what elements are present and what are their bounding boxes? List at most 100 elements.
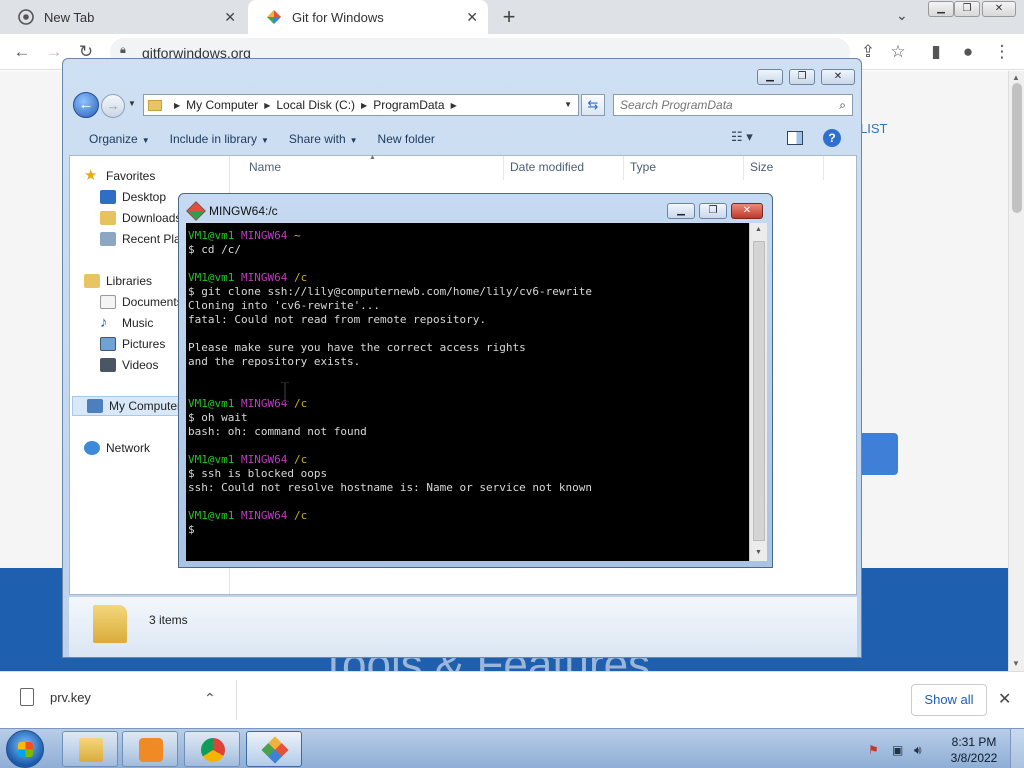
tab-search-chevron-icon[interactable]: ⌄ [896,7,908,24]
new-tab-button[interactable]: + [498,4,520,30]
tab-new-tab[interactable]: New Tab ✕ [0,0,246,34]
action-center-flag-icon[interactable]: ⚑ [868,743,879,757]
terminal-line: $ cd /c/ [188,243,241,256]
chevron-right-icon[interactable]: ▶ [451,101,457,110]
terminal-title: MINGW64:/c [209,204,278,218]
prompt-host: MINGW64 [240,453,288,466]
git-diamond-icon [267,10,281,24]
show-all-button[interactable]: Show all [911,684,987,716]
bookmark-star-icon[interactable]: ☆ [888,42,908,62]
explorer-close-button[interactable]: ✕ [821,69,855,85]
terminal-line: Cloning into 'cv6-rewrite'... [188,299,381,312]
chevron-right-icon[interactable]: ▶ [361,101,367,110]
terminal-line: $ oh wait [188,411,248,424]
folder-icon [93,605,127,643]
chevron-right-icon[interactable]: ▶ [174,101,180,110]
chevron-up-icon[interactable]: ⌃ [204,690,216,707]
search-input[interactable] [614,95,814,115]
scrollbar-thumb[interactable] [753,241,765,541]
breadcrumb-programdata[interactable]: ProgramData [373,98,444,112]
git-bash-icon [186,201,206,221]
chevron-right-icon[interactable]: ▶ [264,101,270,110]
taskbar-explorer-button[interactable] [62,731,118,767]
address-breadcrumb[interactable]: ▶ My Computer ▶ Local Disk (C:) ▶ Progra… [143,94,579,116]
divider [623,156,624,180]
web-list-link[interactable]: LIST [860,121,887,136]
explorer-minimize-button[interactable]: ▁ [757,69,783,85]
refresh-button[interactable]: ⇆ [581,94,605,116]
sort-indicator-icon: ▲ [369,154,376,161]
desktop-icon [100,190,116,204]
terminal-minimize-button[interactable]: ▁ [667,203,695,219]
scroll-down-icon[interactable]: ▼ [755,549,762,556]
browser-tab-strip: New Tab ✕ Git for Windows ✕ + ⌄ ▁ ❐ ✕ [0,0,1024,34]
show-desktop-button[interactable] [1010,729,1024,768]
address-dropdown-icon[interactable]: ▼ [564,100,572,109]
scroll-down-icon[interactable]: ▼ [1012,659,1020,668]
recent-pages-chevron-icon[interactable]: ▼ [128,99,136,108]
forward-arrow-icon[interactable]: → [44,42,64,62]
page-scrollbar[interactable]: ▲ ▼ [1008,71,1024,671]
scroll-up-icon[interactable]: ▲ [1012,73,1020,82]
media-player-icon [139,738,163,762]
nav-favorites[interactable]: ★ Favorites [84,166,242,186]
close-icon[interactable]: ✕ [998,689,1011,709]
more-menu-icon[interactable]: ⋮ [992,42,1012,62]
search-box[interactable]: ⌕ [613,94,853,116]
prompt-user: VM1@vm1 [188,271,235,284]
scroll-up-icon[interactable]: ▲ [755,226,762,233]
close-tab-icon[interactable]: ✕ [466,9,478,26]
prompt-path: ~ [293,229,301,242]
taskbar-chrome-button[interactable] [184,731,240,767]
side-panel-icon[interactable]: ▮ [926,42,946,62]
volume-icon[interactable]: 🔊︎ [914,743,922,758]
column-header-size[interactable]: Size [750,160,773,174]
profile-avatar-icon[interactable]: ● [958,42,978,62]
prompt-user: VM1@vm1 [188,509,235,522]
explorer-maximize-button[interactable]: ❐ [789,69,815,85]
back-arrow-icon[interactable]: ← [73,92,99,118]
minimize-button[interactable]: ▁ [928,1,954,17]
view-options-icon[interactable]: ☷ ▾ [731,129,753,145]
breadcrumb-local-disk[interactable]: Local Disk (C:) [276,98,355,112]
start-button[interactable] [6,730,44,768]
taskbar-git-bash-button[interactable] [246,731,302,767]
close-window-button[interactable]: ✕ [982,1,1016,17]
terminal-scrollbar[interactable]: ▲ ▼ [749,223,767,561]
breadcrumb-my-computer[interactable]: My Computer [186,98,258,112]
terminal-line: $ git clone ssh://lily@computernewb.com/… [188,285,592,298]
terminal-maximize-button[interactable]: ❐ [699,203,727,219]
terminal-line: Please make sure you have the correct ac… [188,341,526,354]
restore-button[interactable]: ❐ [954,1,980,17]
help-icon[interactable]: ? [823,129,841,147]
scrollbar-thumb[interactable] [1012,83,1022,213]
tab-title: Git for Windows [292,9,384,25]
preview-pane-icon[interactable] [787,131,803,145]
back-arrow-icon[interactable]: ← [12,42,32,62]
system-clock[interactable]: 8:31 PM 3/8/2022 [944,734,1004,766]
terminal-output[interactable]: VM1@vm1 MINGW64 ~ $ cd /c/VM1@vm1 MINGW64… [186,223,749,561]
tab-git-for-windows[interactable]: Git for Windows ✕ [248,0,488,34]
organize-menu[interactable]: Organize ▼ [79,132,160,146]
close-tab-icon[interactable]: ✕ [224,9,236,26]
column-header-type[interactable]: Type [630,160,656,174]
forward-arrow-icon[interactable]: → [101,94,125,118]
download-item[interactable]: prv.key [20,688,91,706]
include-in-library-menu[interactable]: Include in library ▼ [160,132,279,146]
prompt-host: MINGW64 [240,509,288,522]
column-header-name[interactable]: Name [249,160,281,174]
search-icon[interactable]: ⌕ [839,98,846,113]
taskbar-media-player-button[interactable] [122,731,178,767]
prompt-user: VM1@vm1 [188,397,235,410]
share-icon[interactable]: ⇪ [858,42,878,62]
terminal-line: VM1@vm1 MINGW64 /c [188,271,747,285]
terminal-close-button[interactable]: ✕ [731,203,763,219]
share-with-menu[interactable]: Share with ▼ [279,132,368,146]
new-folder-button[interactable]: New folder [368,132,445,146]
divider [236,680,237,720]
column-header-date-modified[interactable]: Date modified [510,160,584,174]
network-tray-icon[interactable]: ▣ [892,743,903,757]
